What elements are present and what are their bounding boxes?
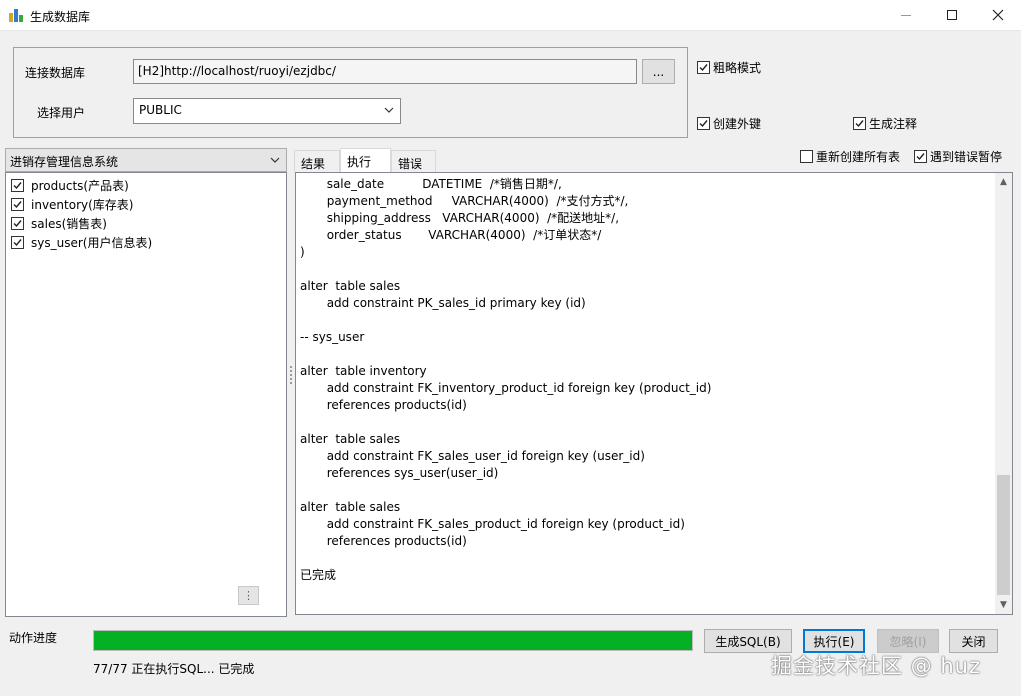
check-icon — [13, 220, 22, 228]
tree-item-products[interactable]: products(产品表) — [11, 177, 129, 194]
tree-item-sys-user[interactable]: sys_user(用户信息表) — [11, 234, 152, 251]
window-title: 生成数据库 — [30, 10, 91, 24]
tree-item-label: sales(销售表) — [31, 217, 107, 231]
user-label: 选择用户 — [37, 106, 86, 120]
check-icon — [916, 153, 925, 161]
status-text: 77/77 正在执行SQL... 已完成 — [93, 662, 255, 676]
database-app-icon — [9, 8, 23, 22]
chevron-down-icon — [270, 157, 280, 163]
tree-item-label: products(产品表) — [31, 179, 129, 193]
pause-on-error-label: 遇到错误暂停 — [930, 150, 1003, 164]
scroll-down-icon[interactable]: ▼ — [998, 600, 1009, 611]
tab-result[interactable]: 结果 — [294, 150, 340, 172]
user-select[interactable]: PUBLIC — [133, 98, 401, 124]
brief-mode-checkbox[interactable]: 粗略模式 — [697, 59, 761, 76]
check-icon — [855, 120, 864, 128]
progress-label: 动作进度 — [9, 631, 58, 645]
maximize-button[interactable] — [929, 0, 975, 30]
output-editor[interactable]: sale_date DATETIME /*销售日期*/, payment_met… — [295, 172, 1013, 615]
progress-bar — [93, 630, 693, 651]
minimize-button[interactable] — [883, 0, 929, 30]
title-bar: 生成数据库 — [0, 0, 1021, 31]
recreate-all-checkbox[interactable]: 重新创建所有表 — [800, 148, 900, 165]
chevron-down-icon — [384, 107, 394, 113]
progress-fill — [94, 631, 692, 650]
tree-item-inventory[interactable]: inventory(库存表) — [11, 196, 133, 213]
checkbox-box — [697, 117, 710, 130]
table-tree: products(产品表) inventory(库存表) sales(销售表) … — [5, 172, 287, 617]
tree-item-label: inventory(库存表) — [31, 198, 134, 212]
output-text: sale_date DATETIME /*销售日期*/, payment_met… — [300, 177, 712, 582]
vertical-scrollbar[interactable]: ▲ ▼ — [995, 173, 1012, 614]
checkbox-box[interactable] — [11, 217, 24, 230]
check-icon — [699, 64, 708, 72]
close-icon — [992, 9, 1004, 21]
tab-execute[interactable]: 执行 — [340, 148, 391, 172]
pause-on-error-checkbox[interactable]: 遇到错误暂停 — [914, 148, 1002, 165]
watermark-text: 掘金技术社区 @ huz — [771, 654, 981, 678]
checkbox-box — [800, 150, 813, 163]
create-fk-checkbox[interactable]: 创建外键 — [697, 115, 761, 132]
tab-errors[interactable]: 错误 — [391, 150, 436, 172]
maximize-icon — [947, 10, 957, 20]
checkbox-box[interactable] — [11, 198, 24, 211]
gen-comments-label: 生成注释 — [869, 117, 918, 131]
scroll-up-icon[interactable]: ▲ — [998, 177, 1009, 188]
close-window-button[interactable] — [975, 0, 1021, 30]
check-icon — [13, 239, 22, 247]
check-icon — [13, 182, 22, 190]
check-icon — [699, 120, 708, 128]
create-fk-label: 创建外键 — [713, 117, 762, 131]
browse-connection-button[interactable]: ... — [642, 59, 675, 84]
checkbox-box — [914, 150, 927, 163]
scroll-thumb[interactable] — [997, 475, 1010, 595]
minimize-icon — [901, 14, 911, 16]
gen-comments-checkbox[interactable]: 生成注释 — [853, 115, 917, 132]
tree-item-label: sys_user(用户信息表) — [31, 236, 153, 250]
checkbox-box — [697, 61, 710, 74]
checkbox-box[interactable] — [11, 236, 24, 249]
connection-url-field[interactable]: [H2]http://localhost/ruoyi/ezjdbc/ — [133, 59, 637, 84]
check-icon — [13, 201, 22, 209]
checkbox-box[interactable] — [11, 179, 24, 192]
splitter-handle[interactable] — [289, 366, 293, 386]
checkbox-box — [853, 117, 866, 130]
brief-mode-label: 粗略模式 — [713, 61, 762, 75]
system-select-value: 进销存管理信息系统 — [10, 155, 119, 169]
recreate-all-label: 重新创建所有表 — [816, 150, 901, 164]
db-label: 连接数据库 — [25, 66, 86, 80]
tree-item-sales[interactable]: sales(销售表) — [11, 215, 107, 232]
user-select-value: PUBLIC — [139, 103, 182, 117]
system-select[interactable]: 进销存管理信息系统 — [5, 148, 287, 172]
tree-menu-button[interactable]: ⋮ — [238, 586, 259, 605]
